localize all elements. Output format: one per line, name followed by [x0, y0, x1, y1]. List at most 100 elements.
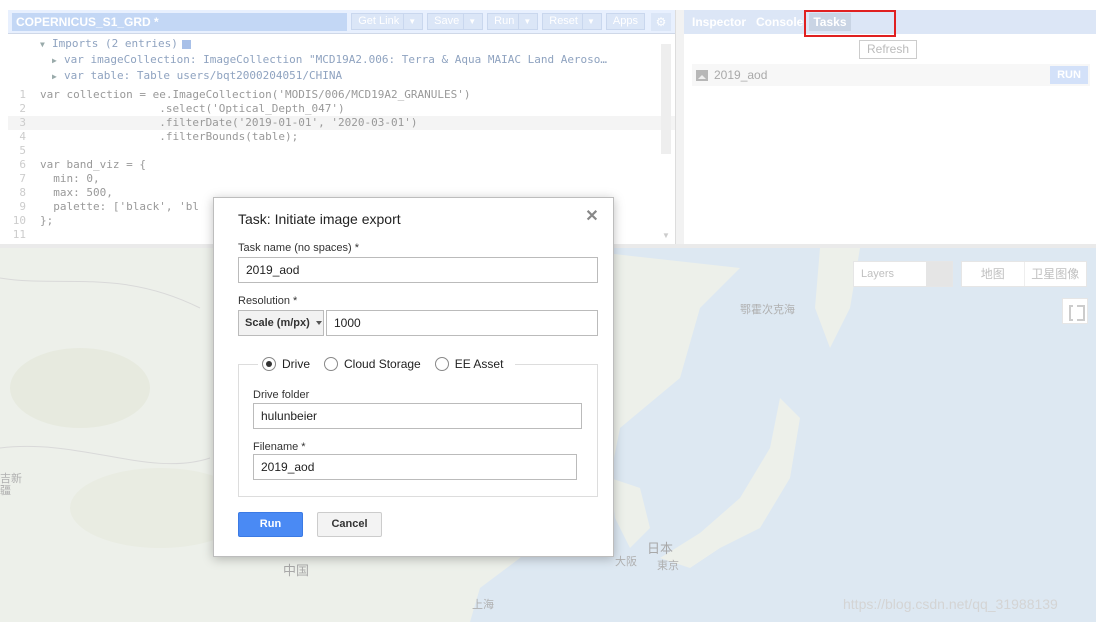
- line-number: 3: [19, 116, 26, 129]
- filename-input[interactable]: [253, 454, 577, 480]
- line-number: 2: [19, 102, 26, 115]
- map-label-osaka: 大阪: [615, 556, 637, 568]
- get-link-label: Get Link: [358, 15, 400, 27]
- right-panel: Inspector Console Tasks Refresh 2019_aod…: [684, 10, 1096, 244]
- save-label: Save: [434, 15, 460, 27]
- code-text: .filterDate('2019-01-01', '2020-03-01'): [40, 116, 418, 129]
- layers-toggle[interactable]: [926, 262, 952, 286]
- task-name: 2019_aod: [714, 68, 768, 82]
- task-name-input[interactable]: [238, 257, 598, 283]
- fullscreen-icon[interactable]: [1062, 298, 1088, 324]
- code-text: var band_viz = {: [40, 158, 146, 171]
- code-line[interactable]: 4 .filterBounds(table);: [8, 130, 675, 144]
- drive-folder-label: Drive folder: [253, 389, 310, 401]
- line-number: 4: [19, 130, 26, 143]
- image-icon: [696, 69, 708, 81]
- tab-console[interactable]: Console: [752, 13, 807, 31]
- code-line[interactable]: 1 var collection = ee.ImageCollection('MO…: [8, 88, 675, 102]
- chevron-down-icon[interactable]: ▼: [582, 13, 595, 30]
- layers-label: Layers: [861, 268, 895, 280]
- gear-icon[interactable]: ⚙: [651, 12, 671, 31]
- chevron-down-icon[interactable]: ▼: [403, 13, 416, 30]
- map-label-japan: 日本: [647, 541, 674, 556]
- task-row[interactable]: 2019_aod RUN: [692, 64, 1090, 86]
- chevron-down-icon[interactable]: ▼: [518, 13, 531, 30]
- scale-dropdown[interactable]: Scale (m/px): [238, 310, 324, 336]
- apps-button[interactable]: Apps: [605, 13, 645, 30]
- panel-splitter[interactable]: [676, 10, 684, 244]
- import-row[interactable]: ▶ var imageCollection: ImageCollection "M…: [40, 52, 675, 68]
- filename-label: Filename *: [253, 441, 306, 453]
- map-label-okhotsk: 鄂霍次克海: [740, 304, 795, 316]
- map-label-china: 中国: [283, 563, 310, 578]
- import-row[interactable]: ▶ var table: Table users/bqt2000204051/CH…: [40, 68, 675, 84]
- destination-radio-group: Drive Cloud Storage EE Asset: [258, 354, 516, 374]
- line-number: 10: [12, 214, 26, 227]
- line-number: 7: [19, 172, 26, 185]
- resolution-label: Resolution *: [238, 295, 298, 307]
- code-text: max: 500,: [40, 186, 113, 199]
- tab-inspector[interactable]: Inspector: [688, 13, 750, 31]
- reset-label: Reset: [549, 15, 578, 27]
- scale-dropdown-label: Scale (m/px): [245, 317, 310, 329]
- radio-dot[interactable]: [262, 357, 276, 371]
- drive-folder-input[interactable]: [253, 403, 582, 429]
- refresh-button[interactable]: Refresh: [859, 40, 917, 59]
- radio-dot[interactable]: [434, 357, 449, 371]
- reset-button[interactable]: Reset ▼: [542, 13, 602, 30]
- save-button[interactable]: Save ▼: [427, 13, 484, 30]
- task-name-label: Task name (no spaces) *: [238, 242, 360, 254]
- scale-input[interactable]: [326, 310, 598, 336]
- code-text: var collection = ee.ImageCollection('MOD…: [40, 88, 471, 101]
- collapse-triangle-icon[interactable]: ▼: [40, 37, 52, 52]
- code-text: .select('Optical_Depth_047'): [40, 102, 345, 115]
- editor-scrollbar[interactable]: ▼: [661, 40, 671, 240]
- code-text: .filterBounds(table);: [40, 130, 299, 143]
- code-line[interactable]: 3 .filterDate('2019-01-01', '2020-03-01'…: [8, 116, 675, 130]
- code-line[interactable]: 6 var band_viz = {: [8, 158, 675, 172]
- radio-drive[interactable]: Drive: [262, 357, 310, 371]
- script-title: COPERNICUS_S1_GRD *: [12, 12, 348, 31]
- radio-cloud-storage[interactable]: Cloud Storage: [324, 357, 421, 371]
- line-number: 8: [19, 186, 26, 199]
- map-label-shanghai: 上海: [472, 599, 494, 611]
- imports-section: ▼ Imports (2 entries) ▶ var imageCollectio…: [8, 34, 675, 84]
- imports-badge-icon[interactable]: [181, 39, 191, 49]
- code-text: palette: ['black', 'bl: [40, 200, 199, 213]
- editor-toolbar: COPERNICUS_S1_GRD * Get Link ▼ Save ▼ Run ▼…: [8, 10, 675, 34]
- line-number: 1: [19, 88, 26, 101]
- close-icon[interactable]: ✕: [585, 209, 599, 225]
- code-line[interactable]: 7 min: 0,: [8, 172, 675, 186]
- imports-header[interactable]: ▼ Imports (2 entries): [40, 36, 675, 52]
- run-button[interactable]: Run: [238, 512, 303, 537]
- line-number: 9: [19, 200, 26, 213]
- tasks-highlight-box: [804, 10, 896, 37]
- layers-button[interactable]: Layers: [853, 261, 953, 287]
- export-dialog: Task: Initiate image export ✕ Task name …: [213, 197, 614, 557]
- line-number: 6: [19, 158, 26, 171]
- scroll-down-icon[interactable]: ▼: [661, 231, 671, 240]
- dialog-title: Task: Initiate image export: [238, 211, 401, 227]
- watermark-text: https://blog.csdn.net/qq_31988139: [843, 596, 1058, 612]
- code-text: min: 0,: [40, 172, 100, 185]
- code-line[interactable]: 2 .select('Optical_Depth_047'): [8, 102, 675, 116]
- map-type-control: 地图 卫星图像: [961, 261, 1087, 287]
- task-run-button[interactable]: RUN: [1050, 66, 1088, 84]
- code-text: };: [40, 214, 54, 227]
- chevron-down-icon[interactable]: [315, 321, 322, 325]
- map-type-map[interactable]: 地图: [962, 262, 1024, 286]
- map-type-satellite[interactable]: 卫星图像: [1023, 262, 1087, 286]
- run-label: Run: [494, 15, 515, 27]
- chevron-down-icon[interactable]: ▼: [463, 13, 476, 30]
- radio-dot[interactable]: [324, 357, 339, 371]
- code-line[interactable]: 5: [8, 144, 675, 158]
- radio-ee-asset[interactable]: EE Asset: [434, 357, 503, 371]
- run-script-button[interactable]: Run ▼: [487, 13, 539, 30]
- line-number: 5: [19, 144, 26, 157]
- cancel-button[interactable]: Cancel: [317, 512, 382, 537]
- expand-triangle-icon[interactable]: ▶: [52, 53, 64, 68]
- line-number: 11: [12, 228, 26, 241]
- get-link-button[interactable]: Get Link ▼: [351, 13, 424, 30]
- scrollbar-thumb[interactable]: [661, 44, 671, 154]
- expand-triangle-icon[interactable]: ▶: [52, 69, 64, 84]
